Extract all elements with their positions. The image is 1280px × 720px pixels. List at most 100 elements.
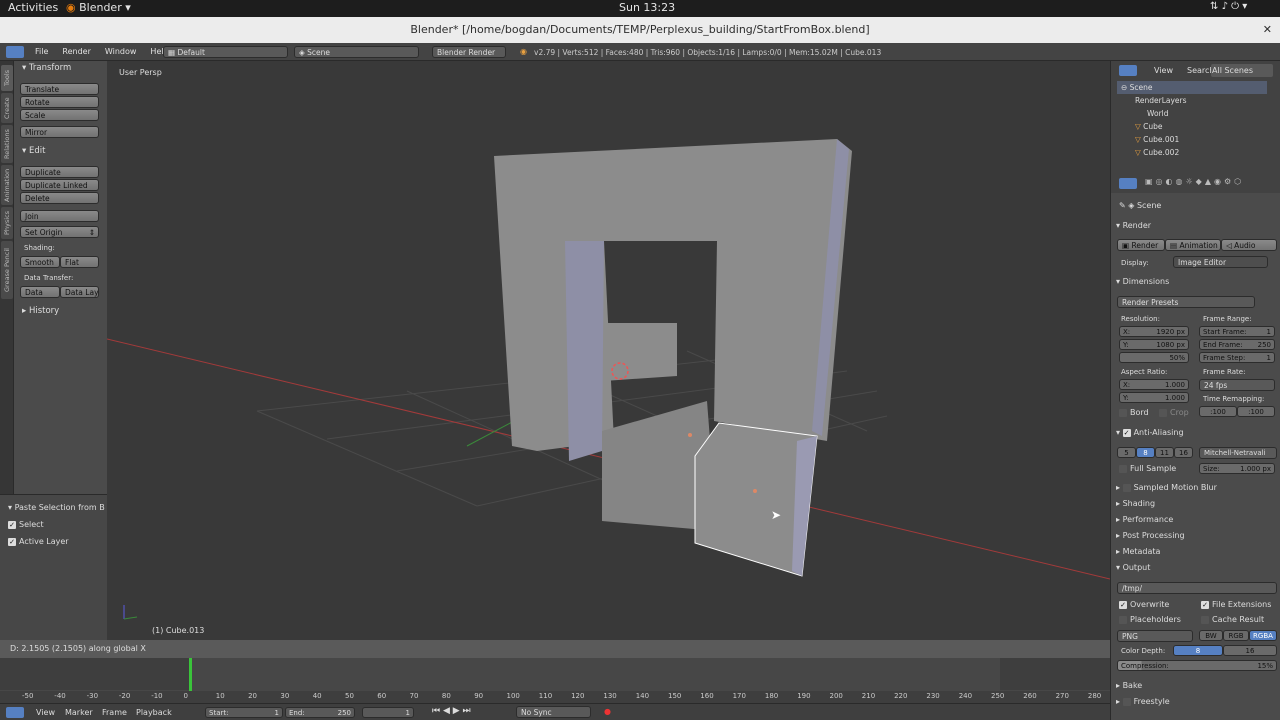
frame-step-prop[interactable]: Frame Step: 1 (1199, 352, 1275, 363)
performance-panel-header[interactable]: ▸ Performance (1116, 513, 1278, 526)
metadata-panel-header[interactable]: ▸ Metadata (1116, 545, 1278, 558)
redo-panel-header[interactable]: ▾ Paste Selection from Bu (8, 503, 105, 512)
tab-physics[interactable]: Physics (1, 207, 13, 239)
outliner-item-cube[interactable]: ▽ Cube (1117, 120, 1267, 133)
aa-samples-16[interactable]: 16 (1174, 447, 1193, 458)
editor-type-icon[interactable] (1119, 178, 1137, 189)
aspect-y-field[interactable]: Y: 1.000 (1119, 392, 1189, 403)
output-panel-header[interactable]: ▾ Output (1116, 561, 1278, 574)
select-checkbox[interactable]: ✓ Select (8, 520, 44, 529)
outliner-item-renderlayers[interactable]: RenderLayers (1117, 94, 1267, 107)
tab-grease-pencil[interactable]: Grease Pencil (1, 241, 13, 299)
animation-button[interactable]: ▤ Animation (1165, 239, 1221, 251)
menu-view[interactable]: View (36, 708, 55, 717)
audio-button[interactable]: ◁ Audio (1221, 239, 1277, 251)
viewport-scene[interactable] (107, 61, 1110, 640)
overwrite-checkbox[interactable]: ✓ Overwrite (1119, 600, 1169, 609)
depth-16-button[interactable]: 16 (1223, 645, 1277, 656)
aa-samples-8[interactable]: 8 (1136, 447, 1155, 458)
menu-render[interactable]: Render (62, 47, 90, 56)
border-checkbox[interactable]: Bord (1119, 408, 1149, 417)
mirror-button[interactable]: Mirror (20, 126, 99, 138)
remap-old-field[interactable]: :100 (1199, 406, 1237, 417)
frame-rate-select[interactable]: 24 fps (1199, 379, 1275, 391)
duplicate-button[interactable]: Duplicate (20, 166, 99, 178)
render-button[interactable]: ▣ Render (1117, 239, 1165, 251)
tab-tools[interactable]: Tools (1, 65, 13, 91)
context-tabs-icon[interactable]: ▣◎◐◍☼◆▲◉⚙⬡ (1145, 177, 1244, 186)
transform-panel-header[interactable]: ▾ Transform (22, 63, 71, 73)
res-x-field[interactable]: X: 1920 px (1119, 326, 1189, 337)
crop-checkbox[interactable]: Crop (1159, 408, 1189, 417)
playback-controls[interactable]: ⏮ ◀ ▶ ⏭ (432, 706, 471, 716)
full-sample-checkbox[interactable]: Full Sample (1119, 464, 1176, 473)
delete-button[interactable]: Delete (20, 192, 99, 204)
shading-panel-header[interactable]: ▸ Shading (1116, 497, 1278, 510)
scene-select[interactable]: ◈ Scene (294, 46, 419, 58)
outliner-item-world[interactable]: World (1117, 107, 1267, 120)
depth-8-button[interactable]: 8 (1173, 645, 1223, 656)
aa-samples-5[interactable]: 5 (1117, 447, 1136, 458)
app-menu-button[interactable]: ◉ Blender ▾ (66, 1, 131, 14)
file-format-select[interactable]: PNG (1117, 630, 1193, 642)
editor-type-icon[interactable] (1119, 65, 1137, 76)
color-bw-button[interactable]: BW (1199, 630, 1223, 641)
duplicate-linked-button[interactable]: Duplicate Linked (20, 179, 99, 191)
close-window-icon[interactable]: ✕ (1263, 17, 1272, 43)
menu-file[interactable]: File (35, 47, 48, 56)
active-layer-checkbox[interactable]: ✓ Active Layer (8, 537, 69, 546)
render-panel-header[interactable]: ▾ Render (1116, 219, 1278, 232)
timeline[interactable]: -50 -40 -30 -20 -10 0 10 20 30 40 50 60 70 80 90 100 110… (0, 658, 1110, 703)
menu-playback[interactable]: Playback (136, 708, 172, 717)
outliner-menu-view[interactable]: View (1154, 66, 1173, 75)
activities-button[interactable]: Activities (8, 1, 58, 14)
color-rgba-button[interactable]: RGBA (1249, 630, 1277, 641)
dimensions-panel-header[interactable]: ▾ Dimensions (1116, 275, 1278, 288)
sampled-motion-blur-header[interactable]: ▸ Sampled Motion Blur (1116, 481, 1278, 494)
output-path-field[interactable]: /tmp/ (1117, 582, 1277, 594)
smooth-button[interactable]: Smooth (20, 256, 60, 268)
post-processing-panel-header[interactable]: ▸ Post Processing (1116, 529, 1278, 542)
flat-button[interactable]: Flat (60, 256, 99, 268)
res-y-field[interactable]: Y: 1080 px (1119, 339, 1189, 350)
tab-animation[interactable]: Animation (1, 165, 13, 205)
frame-cursor[interactable] (189, 658, 192, 693)
current-frame-field[interactable]: 1 (362, 707, 414, 718)
placeholders-checkbox[interactable]: Placeholders (1119, 615, 1181, 624)
menu-marker[interactable]: Marker (65, 708, 93, 717)
outliner-item-scene[interactable]: ⊖ Scene (1117, 81, 1267, 94)
arch-object[interactable] (494, 139, 852, 451)
freestyle-panel-header[interactable]: ▸ Freestyle (1116, 695, 1278, 708)
scale-button[interactable]: Scale (20, 109, 99, 121)
end-frame-field[interactable]: End: 250 (285, 707, 355, 718)
tab-relations[interactable]: Relations (1, 125, 13, 163)
filter-size-field[interactable]: Size: 1.000 px (1199, 463, 1275, 474)
rotate-button[interactable]: Rotate (20, 96, 99, 108)
render-presets-select[interactable]: Render Presets (1117, 296, 1255, 308)
translate-button[interactable]: Translate (20, 83, 99, 95)
3d-viewport[interactable]: User Persp (1) Cube.013 ➤ (107, 61, 1110, 640)
antialiasing-panel-header[interactable]: ▾ ✓ Anti-Aliasing (1116, 426, 1278, 439)
cache-result-checkbox[interactable]: Cache Result (1201, 615, 1264, 624)
aa-filter-select[interactable]: Mitchell-Netravali (1199, 447, 1277, 459)
clock[interactable]: Sun 13:23 (619, 1, 675, 14)
menu-window[interactable]: Window (105, 47, 137, 56)
bake-panel-header[interactable]: ▸ Bake (1116, 679, 1278, 692)
system-tray[interactable]: ⇅ ♪ ⏻ ▾ (1210, 1, 1247, 12)
tab-create[interactable]: Create (1, 93, 13, 123)
color-rgb-button[interactable]: RGB (1223, 630, 1249, 641)
render-engine-select[interactable]: Blender Render (432, 46, 506, 58)
compression-slider[interactable]: Compression: 15% (1117, 660, 1277, 671)
edit-panel-header[interactable]: ▾ Edit (22, 146, 45, 156)
outliner-item-cube-001[interactable]: ▽ Cube.001 (1117, 133, 1267, 146)
display-select[interactable]: Image Editor (1173, 256, 1268, 268)
res-percent-field[interactable]: 50% (1119, 352, 1189, 363)
outliner-filter-select[interactable]: All Scenes (1211, 64, 1273, 77)
sync-select[interactable]: No Sync (516, 706, 591, 718)
menu-frame[interactable]: Frame (102, 708, 127, 717)
start-frame-prop[interactable]: Start Frame: 1 (1199, 326, 1275, 337)
set-origin-select[interactable]: Set Origin ⇕ (20, 226, 99, 238)
data-layout-button[interactable]: Data Layo (60, 286, 99, 298)
editor-type-icon[interactable] (6, 46, 24, 58)
outliner-item-cube-002[interactable]: ▽ Cube.002 (1117, 146, 1267, 159)
